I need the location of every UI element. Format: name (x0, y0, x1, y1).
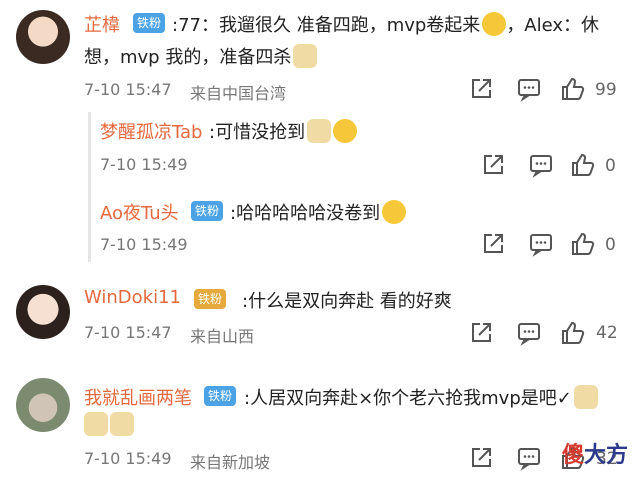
comment-text: :什么是双向奔赴 看的好爽 (242, 291, 452, 312)
like-icon[interactable] (570, 152, 596, 178)
comment-item: 我就乱画两笔 铁粉 :人居双向奔赴×你个老六抢我mvp是吧✓ 7-10 15:4… (0, 370, 640, 479)
fan-badge: 铁粉 (194, 289, 227, 309)
comment-text: :77：我遛很久 准备四跑，mvp卷起来 ，Alex：休 (172, 11, 599, 37)
doge-emoji-icon (573, 385, 598, 409)
fan-badge: 铁粉 (204, 386, 237, 406)
comment-text-part: :人居双向奔赴×你个老六抢我mvp是吧✓ (244, 388, 572, 409)
doge-emoji-icon (307, 119, 332, 143)
comment-text-part: 想，mvp 我的，准备四杀 (84, 47, 292, 68)
watermark-logo: 傻大方 (562, 437, 628, 469)
doge-emoji-icon (293, 44, 318, 68)
share-icon[interactable] (468, 76, 494, 102)
like-count: 99 (595, 80, 617, 100)
comment-text: :人居双向奔赴×你个老六抢我mvp是吧✓ (244, 384, 598, 410)
reply-username[interactable]: 梦醒孤凉Tab (100, 118, 202, 144)
doge-emoji-icon (84, 412, 108, 436)
comment-location: 来自中国台湾 (190, 84, 287, 103)
comment-icon[interactable] (516, 320, 542, 346)
avatar[interactable] (16, 378, 70, 432)
like-count: 42 (596, 323, 618, 343)
like-icon[interactable] (560, 320, 586, 346)
reply-time: 7-10 15:49 (100, 155, 188, 174)
laugh-emoji-icon (382, 200, 407, 224)
comment-icon[interactable] (528, 152, 554, 178)
fan-badge: 铁粉 (133, 13, 166, 33)
reply-text-part: :哈哈哈哈哈没卷到 (230, 203, 381, 224)
like-icon[interactable] (560, 76, 586, 102)
comment-location: 来自新加坡 (190, 453, 271, 472)
share-icon[interactable] (480, 152, 506, 178)
comment-time: 7-10 15:47 (84, 323, 172, 342)
comment-text-part: ，Alex：休 (506, 15, 600, 36)
avatar[interactable] (16, 10, 70, 64)
reply-text-part: :可惜没抢到 (209, 122, 306, 143)
share-icon[interactable] (468, 320, 494, 346)
comment-username[interactable]: WinDoki11 (84, 287, 181, 308)
reply-text: :哈哈哈哈哈没卷到 (230, 199, 407, 225)
reply-username[interactable]: Ao夜Tu头 (100, 199, 179, 225)
fan-badge: 铁粉 (191, 201, 224, 221)
comment-icon[interactable] (516, 76, 542, 102)
reply-time: 7-10 15:49 (100, 235, 188, 254)
comment-username[interactable]: 芷椲 (84, 11, 120, 37)
comment-icon[interactable] (528, 231, 554, 257)
comment-time: 7-10 15:47 (84, 80, 172, 99)
sunglasses-emoji-icon (482, 12, 507, 36)
watermark-text: 大方 (583, 443, 628, 468)
comment-item: 芷椲 铁粉 :77：我遛很久 准备四跑，mvp卷起来 ，Alex：休 想，mvp … (0, 0, 640, 270)
reply-text: :可惜没抢到 (209, 118, 358, 144)
comment-item: WinDoki11 铁粉 :什么是双向奔赴 看的好爽 7-10 15:47 来自… (0, 275, 640, 365)
comment-icon[interactable] (516, 445, 542, 471)
comment-text-line2: 想，mvp 我的，准备四杀 (84, 43, 318, 69)
doge-emoji-icon (110, 412, 134, 436)
share-icon[interactable] (468, 445, 494, 471)
laugh-cry-emoji-icon (333, 119, 358, 143)
avatar[interactable] (16, 285, 70, 339)
watermark-char: 傻 (561, 443, 584, 468)
comment-emoji-line (84, 412, 134, 436)
like-count: 0 (605, 156, 616, 176)
share-icon[interactable] (480, 231, 506, 257)
like-count: 0 (605, 235, 616, 255)
like-icon[interactable] (570, 231, 596, 257)
reply-divider (88, 112, 91, 262)
comment-time: 7-10 15:49 (84, 449, 172, 468)
comment-username[interactable]: 我就乱画两笔 (84, 384, 192, 410)
comment-location: 来自山西 (190, 327, 255, 346)
comment-text-part: :77：我遛很久 准备四跑，mvp卷起来 (172, 15, 481, 36)
